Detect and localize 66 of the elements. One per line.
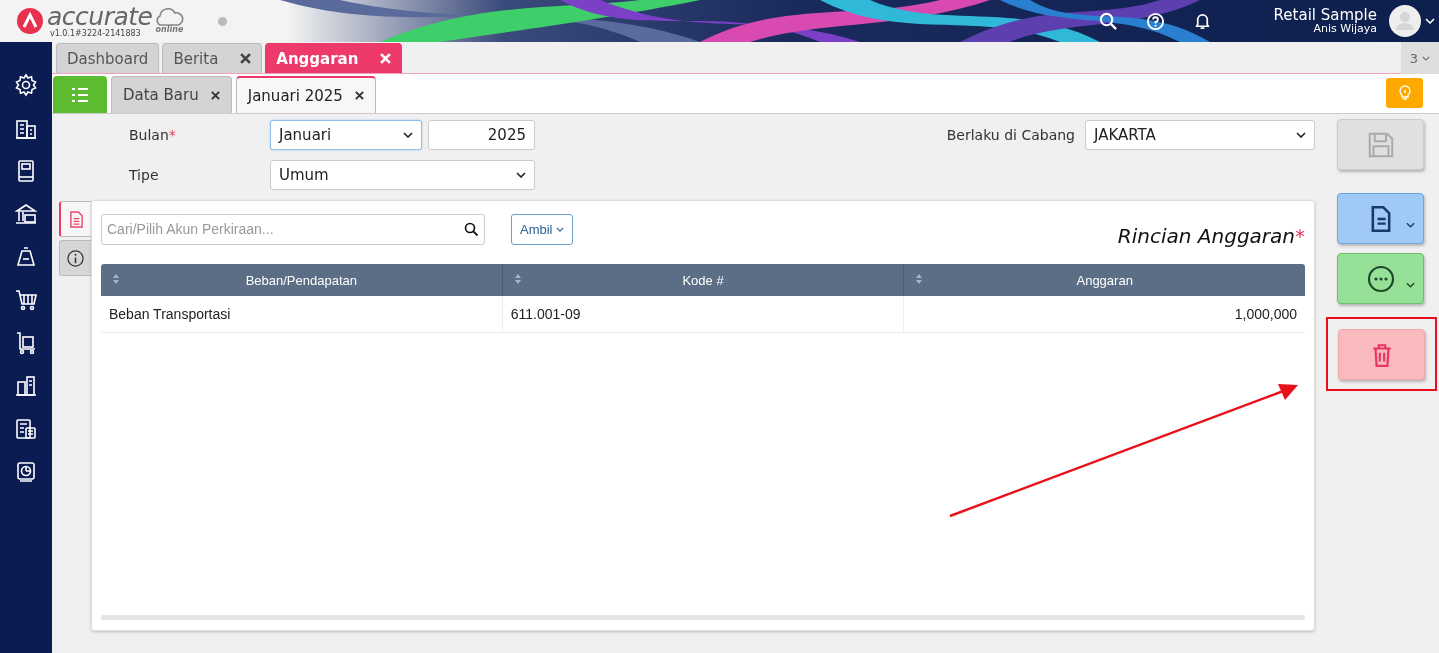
sort-icon[interactable] bbox=[112, 273, 120, 285]
sort-icon[interactable] bbox=[513, 273, 522, 285]
logo-text: accurate bbox=[47, 4, 153, 30]
company-name: Retail Sample bbox=[1273, 6, 1377, 24]
sort-icon[interactable] bbox=[915, 273, 924, 285]
more-options-button[interactable] bbox=[1337, 253, 1424, 304]
caret-icon bbox=[555, 226, 564, 232]
ambil-dropdown-button[interactable]: Ambil bbox=[511, 213, 573, 245]
tab[interactable]: Berita bbox=[162, 43, 263, 73]
caret-icon[interactable] bbox=[1425, 18, 1435, 24]
year-field[interactable]: 2025 bbox=[428, 120, 535, 150]
field-label: Bulan* bbox=[129, 127, 177, 143]
caret-icon bbox=[1406, 222, 1415, 228]
month-select[interactable]: Januari bbox=[270, 120, 422, 150]
trash-icon bbox=[1370, 341, 1393, 368]
document-tab[interactable]: Data Baru bbox=[111, 76, 232, 113]
table-cell-text: Beban Transportasi bbox=[108, 305, 232, 324]
tab-count-dropdown[interactable]: 3 bbox=[1401, 42, 1439, 74]
side-tab[interactable] bbox=[59, 201, 91, 237]
field-label: Tipe bbox=[129, 167, 160, 183]
logo-icon bbox=[17, 8, 43, 34]
branch-select[interactable]: JAKARTA bbox=[1085, 120, 1315, 150]
document-icon bbox=[68, 210, 84, 228]
side-tab[interactable] bbox=[59, 240, 91, 276]
gear-icon[interactable] bbox=[14, 73, 38, 97]
city-icon[interactable] bbox=[14, 374, 38, 398]
close-icon[interactable] bbox=[354, 91, 364, 100]
trolley-icon[interactable] bbox=[14, 331, 38, 355]
help-icon[interactable] bbox=[1145, 11, 1165, 31]
cloud-icon bbox=[154, 8, 185, 26]
status-dot bbox=[218, 16, 228, 26]
more-icon bbox=[1366, 264, 1395, 293]
version-text: v1.0.1#3224-2141883 bbox=[50, 30, 142, 38]
table-cell: 611.001-09 bbox=[501, 296, 904, 332]
caret-icon bbox=[1406, 282, 1415, 288]
type-select[interactable]: Umum bbox=[270, 160, 535, 190]
close-icon[interactable] bbox=[210, 90, 220, 100]
chevron-down-icon bbox=[1296, 132, 1306, 138]
logo-subtext: online bbox=[155, 26, 184, 34]
chevron-down-icon bbox=[516, 172, 526, 178]
tax-icon[interactable] bbox=[14, 417, 38, 441]
search-icon[interactable] bbox=[1098, 11, 1118, 31]
cart-icon[interactable] bbox=[14, 288, 38, 312]
caret-icon bbox=[1422, 55, 1431, 61]
document-tab[interactable]: Januari 2025 bbox=[235, 76, 376, 113]
info-icon bbox=[67, 249, 84, 267]
user-name: Anis Wijaya bbox=[1313, 23, 1377, 36]
lightbulb-icon bbox=[1396, 85, 1413, 101]
column-header[interactable]: Anggaran bbox=[903, 264, 1305, 296]
field-label: Berlaku di Cabang bbox=[946, 127, 1075, 143]
column-header[interactable]: Beban/Pendapatan bbox=[101, 264, 502, 296]
bank-icon[interactable] bbox=[14, 202, 38, 226]
avatar-icon[interactable] bbox=[1389, 5, 1421, 37]
search-field[interactable]: Cari/Pilih Akun Perkiraan... bbox=[101, 213, 485, 245]
close-icon[interactable] bbox=[240, 53, 252, 64]
chevron-down-icon bbox=[403, 132, 413, 138]
search-icon[interactable] bbox=[464, 221, 479, 237]
column-header[interactable]: Kode # bbox=[501, 264, 904, 296]
document-menu-button[interactable] bbox=[1337, 193, 1424, 244]
tab[interactable]: Anggaran bbox=[265, 43, 403, 73]
table-cell: 1,000,000 bbox=[903, 296, 1305, 332]
delete-button[interactable] bbox=[1338, 329, 1425, 380]
section-title: Rincian Anggaran* bbox=[1117, 224, 1305, 248]
tab[interactable]: Dashboard bbox=[56, 43, 160, 73]
list-icon bbox=[70, 85, 90, 104]
chart-icon[interactable] bbox=[14, 460, 38, 484]
